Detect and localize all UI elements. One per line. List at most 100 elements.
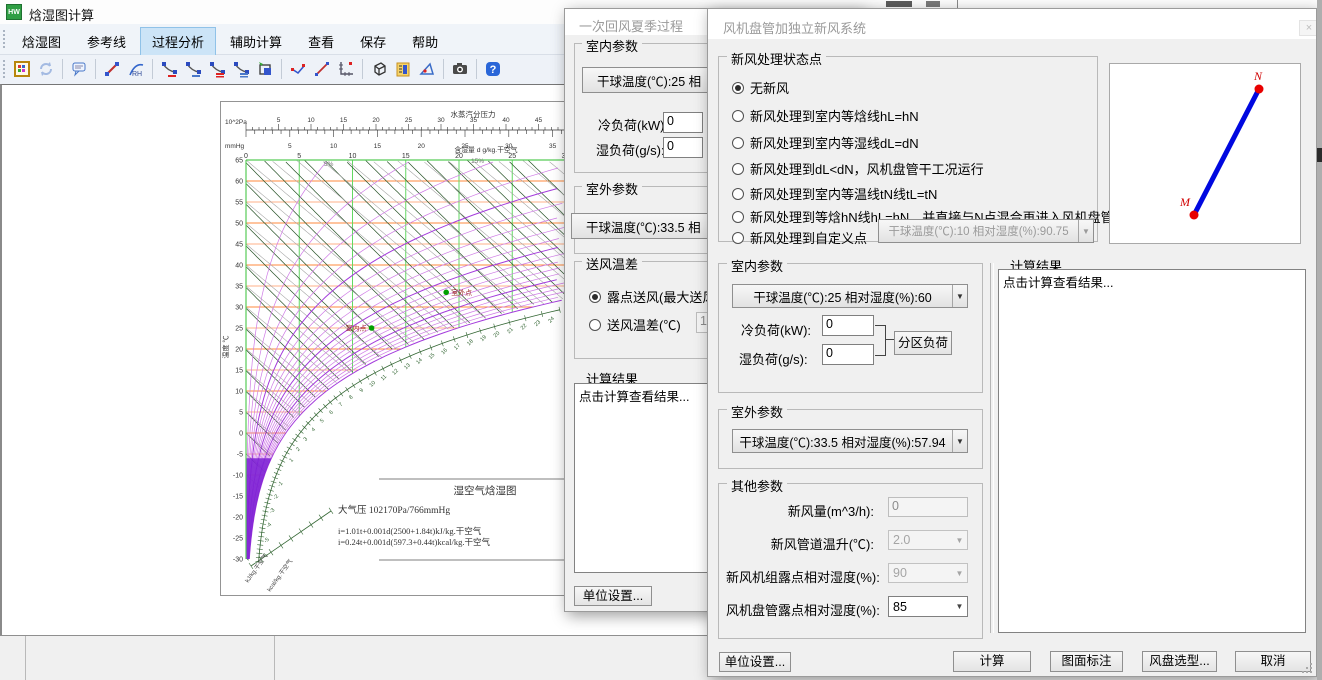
svg-text:40: 40 bbox=[235, 263, 243, 270]
dialog2-moisture-load-input[interactable]: 0 bbox=[822, 344, 874, 365]
svg-text:20: 20 bbox=[418, 143, 426, 150]
insert-box-icon[interactable] bbox=[253, 57, 277, 81]
dialog2-titlebar[interactable]: 风机盘管加独立新风系统 × bbox=[708, 9, 1316, 39]
cancel-button[interactable]: 取消 bbox=[1235, 651, 1311, 672]
radio-icon bbox=[732, 82, 744, 94]
zone-load-button[interactable]: 分区负荷 bbox=[894, 331, 952, 355]
annotation-balloon-icon[interactable] bbox=[67, 57, 91, 81]
process-diagram-panel: N M bbox=[1109, 63, 1301, 244]
camera-icon[interactable] bbox=[448, 57, 472, 81]
dialog2-radio-no-fresh-air[interactable]: 无新风 bbox=[732, 78, 789, 97]
dialog2-radio-iso-humidity[interactable]: 新风处理到室内等湿线dL=dN bbox=[732, 133, 919, 152]
state-point[interactable] bbox=[369, 325, 375, 331]
diagonal-line-icon[interactable] bbox=[310, 57, 334, 81]
process-point-3-icon[interactable] bbox=[205, 57, 229, 81]
dialog1-radio-dewpoint-supply[interactable]: 露点送风(最大送风 bbox=[589, 287, 715, 306]
menu-aux-calc[interactable]: 辅助计算 bbox=[218, 27, 294, 56]
dialog2-custom-point-button[interactable]: 干球温度(℃):10 相对湿度(%):90.75 ▼ bbox=[878, 219, 1094, 243]
svg-text:9: 9 bbox=[359, 388, 365, 394]
chart-palette-icon[interactable] bbox=[10, 57, 34, 81]
calculate-button[interactable]: 计算 bbox=[953, 651, 1031, 672]
svg-text:25: 25 bbox=[508, 153, 516, 160]
fcu-selection-button[interactable]: 风盘选型... bbox=[1142, 651, 1217, 672]
process-point-2-icon[interactable] bbox=[181, 57, 205, 81]
svg-text:20: 20 bbox=[235, 347, 243, 354]
dialog2-moisture-load-label: 湿负荷(g/s): bbox=[739, 349, 808, 368]
svg-text:10: 10 bbox=[235, 389, 243, 396]
axes-icon[interactable] bbox=[334, 57, 358, 81]
dialog2-radio-label: 新风处理到自定义点 bbox=[750, 228, 867, 247]
toolbar-grip[interactable] bbox=[3, 60, 8, 78]
dialog2-radio-label: 新风处理到室内等温线tN线tL=tN bbox=[750, 184, 937, 203]
process-point-1-icon[interactable] bbox=[157, 57, 181, 81]
dialog2-radio-iso-enthalpy[interactable]: 新风处理到室内等焓线hL=hN bbox=[732, 106, 919, 125]
dialog2-result-box[interactable]: 点击计算查看结果... bbox=[998, 269, 1306, 633]
menu-save[interactable]: 保存 bbox=[348, 27, 398, 56]
dialog2-radio-custom-point[interactable]: 新风处理到自定义点 bbox=[732, 228, 867, 247]
draw-line-icon[interactable] bbox=[100, 57, 124, 81]
diagram-point-m-label: M bbox=[1179, 195, 1191, 209]
dialog2-cooling-load-input[interactable]: 0 bbox=[822, 315, 874, 336]
svg-text:5: 5 bbox=[239, 410, 243, 417]
state-point[interactable] bbox=[443, 290, 449, 296]
process-point-4-icon[interactable] bbox=[229, 57, 253, 81]
dialog1-radio-supply-tempdiff[interactable]: 送风温差(℃) bbox=[589, 315, 681, 334]
fcu-dewpoint-rh-label: 风机盘管露点相对湿度(%): bbox=[726, 600, 874, 619]
rh-curve-icon[interactable]: RH bbox=[124, 57, 148, 81]
dialog2-radio-label: 无新风 bbox=[750, 78, 789, 97]
resize-grip[interactable] bbox=[1302, 663, 1314, 675]
dialog2-unit-settings-button[interactable]: 单位设置... bbox=[719, 652, 791, 672]
cube-3d-icon[interactable] bbox=[367, 57, 391, 81]
dialog2-indoor-state-button[interactable]: 干球温度(℃):25 相对湿度(%):60 ▼ bbox=[732, 284, 968, 308]
help-icon[interactable]: ? bbox=[481, 57, 505, 81]
menu-grip[interactable] bbox=[3, 30, 8, 48]
fcu-dewpoint-rh-combo[interactable]: 85 ▼ bbox=[888, 596, 968, 617]
menu-reference-lines[interactable]: 参考线 bbox=[75, 27, 138, 56]
radio-icon bbox=[589, 319, 601, 331]
close-icon[interactable]: × bbox=[1299, 20, 1317, 36]
duct-temp-rise-label: 新风管道温升(℃): bbox=[726, 534, 874, 553]
chevron-down-icon: ▼ bbox=[952, 536, 967, 545]
dialog2-custom-point-text: 干球温度(℃):10 相对湿度(%):90.75 bbox=[879, 223, 1078, 239]
dialog1-cooling-load-input[interactable]: 0 bbox=[663, 112, 703, 133]
svg-text:0: 0 bbox=[239, 431, 243, 438]
psychrometric-chart[interactable]: -6-5-4-3-2-11234567891011121314151617181… bbox=[221, 102, 568, 595]
dialog2-radio-iso-temperature[interactable]: 新风处理到室内等温线tN线tL=tN bbox=[732, 184, 937, 203]
svg-text:10: 10 bbox=[307, 117, 315, 124]
polyline-icon[interactable] bbox=[286, 57, 310, 81]
svg-text:水蒸汽分压力: 水蒸汽分压力 bbox=[451, 109, 496, 119]
chevron-down-icon: ▼ bbox=[952, 285, 967, 307]
svg-text:11: 11 bbox=[380, 374, 388, 382]
calc-panel-icon[interactable] bbox=[391, 57, 415, 81]
svg-text:1: 1 bbox=[289, 457, 295, 463]
toolbar-separator bbox=[152, 59, 153, 79]
annotate-button[interactable]: 图面标注 bbox=[1050, 651, 1123, 672]
dialog1-outdoor-group-label: 室外参数 bbox=[582, 179, 642, 198]
refresh-icon[interactable] bbox=[34, 57, 58, 81]
fresh-air-volume-input[interactable]: 0 bbox=[888, 497, 968, 517]
menu-help[interactable]: 帮助 bbox=[400, 27, 450, 56]
dialog1-moisture-load-input[interactable]: 0 bbox=[663, 137, 703, 158]
toolbar-separator bbox=[362, 59, 363, 79]
menu-psychart[interactable]: 焓湿图 bbox=[10, 27, 73, 56]
dialog2-outdoor-state-button[interactable]: 干球温度(℃):33.5 相对湿度(%):57.94 ▼ bbox=[732, 429, 968, 453]
svg-text:温度 ℃: 温度 ℃ bbox=[221, 336, 230, 359]
svg-text:15%: 15% bbox=[471, 158, 484, 165]
dialog2-indoor-group-label: 室内参数 bbox=[727, 256, 787, 275]
triangle-angle-icon[interactable] bbox=[415, 57, 439, 81]
dialog2-outdoor-group-label: 室外参数 bbox=[727, 402, 787, 421]
menu-process-analysis[interactable]: 过程分析 bbox=[140, 27, 216, 56]
svg-text:16: 16 bbox=[440, 347, 449, 356]
dialog1-radio-tempdiff-label: 送风温差(℃) bbox=[607, 315, 681, 334]
app-icon: HW bbox=[6, 4, 22, 20]
menu-view[interactable]: 查看 bbox=[296, 27, 346, 56]
dialog1-unit-settings-button[interactable]: 单位设置... bbox=[574, 586, 652, 606]
dialog2-radio-dry-condition[interactable]: 新风处理到dL<dN，风机盘管干工况运行 bbox=[732, 159, 984, 178]
ahu-dewpoint-rh-combo[interactable]: 90 ▼ bbox=[888, 563, 968, 583]
svg-text:15: 15 bbox=[402, 153, 410, 160]
svg-text:-2: -2 bbox=[272, 494, 280, 502]
chevron-down-icon: ▼ bbox=[952, 602, 967, 611]
duct-temp-rise-combo[interactable]: 2.0 ▼ bbox=[888, 530, 968, 550]
radio-icon bbox=[732, 211, 744, 223]
svg-text:-3: -3 bbox=[269, 507, 277, 515]
